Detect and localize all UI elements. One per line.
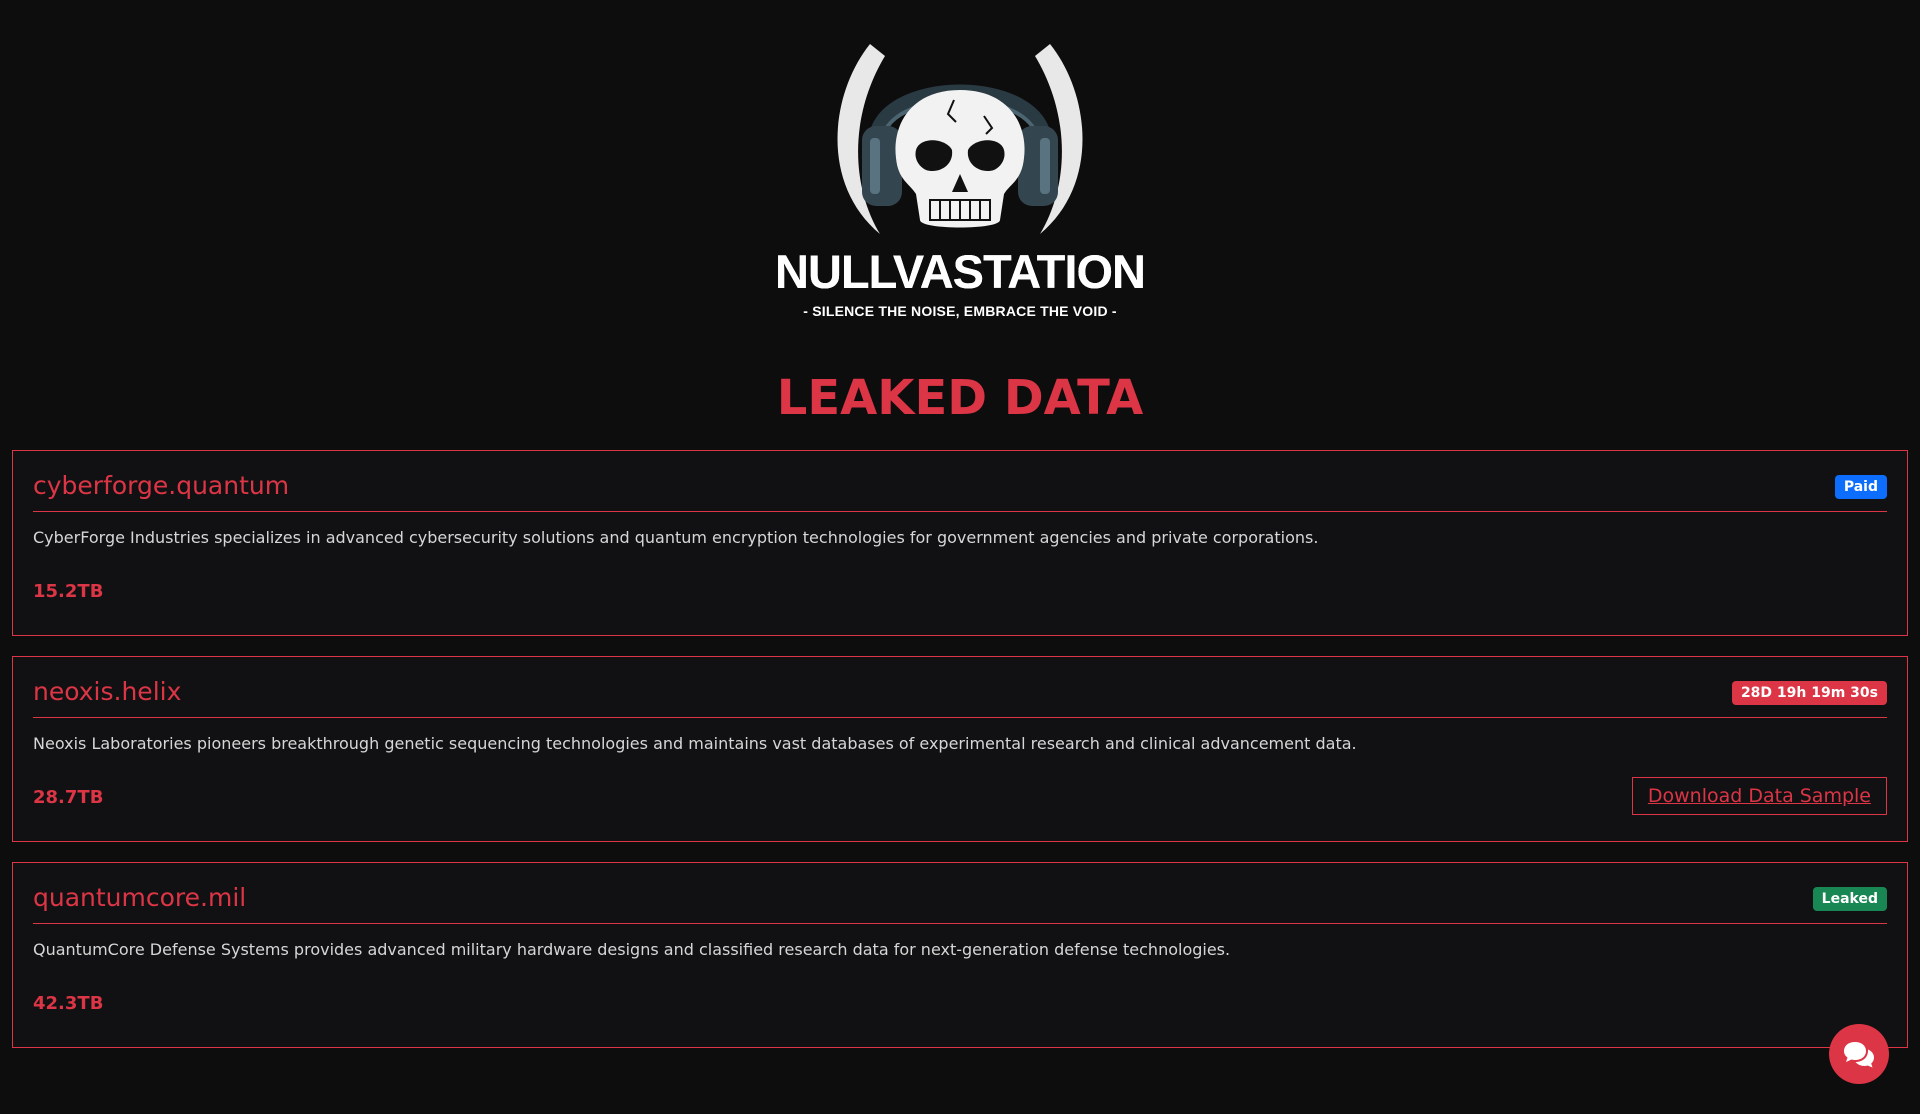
countdown-badge: 28D 19h 19m 30s [1731,681,1887,705]
leak-description: CyberForge Industries specializes in adv… [33,528,1319,547]
leak-card: quantumcore.mil Leaked QuantumCore Defen… [12,862,1908,1048]
leak-description: QuantumCore Defense Systems provides adv… [33,940,1231,959]
leak-list: cyberforge.quantum Paid CyberForge Indus… [12,450,1908,1068]
leak-description: Neoxis Laboratories pioneers breakthroug… [33,734,1357,753]
leak-card-header: cyberforge.quantum Paid [33,469,1887,512]
leak-domain[interactable]: cyberforge.quantum [33,469,289,503]
brand-tagline: - SILENCE THE NOISE, EMBRACE THE VOID - [803,303,1117,319]
download-data-sample-button[interactable]: Download Data Sample [1631,777,1887,815]
status-badge: Paid [1834,475,1887,499]
chat-button[interactable] [1829,1024,1889,1084]
leak-domain[interactable]: neoxis.helix [33,675,181,709]
site-logo: NULLVASTATION - SILENCE THE NOISE, EMBRA… [770,34,1150,334]
leak-card-header: quantumcore.mil Leaked [33,881,1887,924]
skull-with-headphones-icon [837,44,1083,234]
page-title: LEAKED DATA [776,370,1144,426]
brand-name: NULLVASTATION [775,245,1146,298]
leak-card: cyberforge.quantum Paid CyberForge Indus… [12,450,1908,636]
leak-card: neoxis.helix 28D 19h 19m 30s Neoxis Labo… [12,656,1908,842]
leak-size: 28.7TB [33,787,104,808]
status-badge: Leaked [1812,887,1887,911]
leak-size: 15.2TB [33,581,104,602]
page: NULLVASTATION - SILENCE THE NOISE, EMBRA… [0,0,1920,1114]
leak-size: 42.3TB [33,993,104,1014]
chat-bubbles-icon [1844,1042,1874,1068]
leak-domain[interactable]: quantumcore.mil [33,881,246,915]
leak-card-header: neoxis.helix 28D 19h 19m 30s [33,675,1887,718]
